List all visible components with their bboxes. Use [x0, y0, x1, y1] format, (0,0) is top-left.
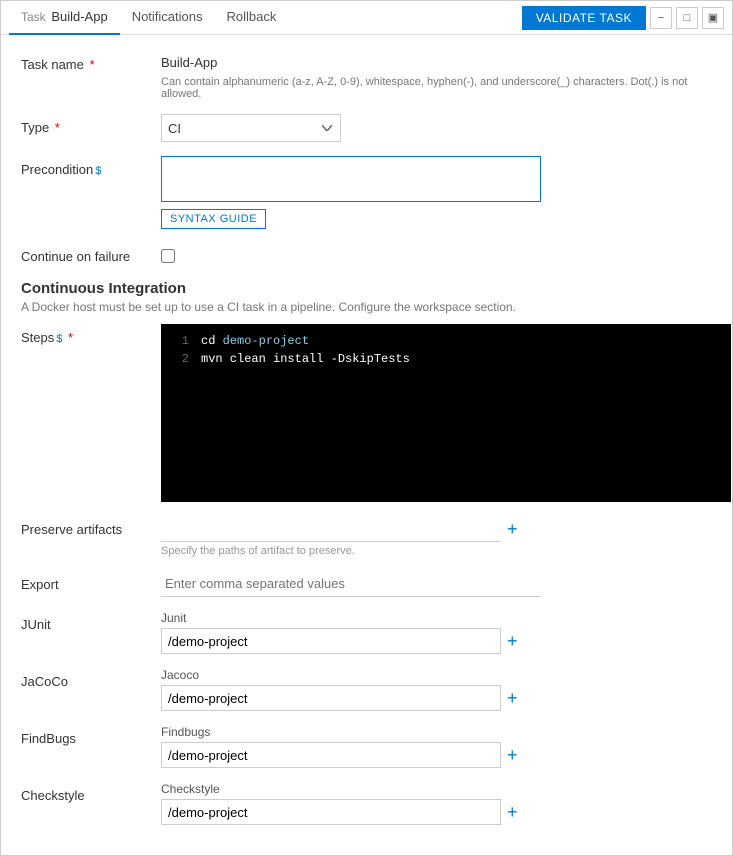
export-field	[161, 571, 712, 597]
tab-task-prefix: Task	[21, 10, 46, 24]
checkstyle-row: Checkstyle Checkstyle +	[21, 782, 712, 825]
checkstyle-input-row: +	[161, 799, 712, 825]
precondition-row: Precondition$ SYNTAX GUIDE	[21, 156, 712, 229]
task-name-row: Task name * Build-App Can contain alphan…	[21, 51, 712, 100]
jacoco-input[interactable]	[161, 685, 501, 711]
close-button[interactable]: ▣	[702, 7, 724, 29]
checkstyle-label: Checkstyle	[21, 782, 161, 803]
syntax-guide-button[interactable]: SYNTAX GUIDE	[161, 209, 266, 229]
task-name-hint: Can contain alphanumeric (a-z, A-Z, 0-9)…	[161, 76, 712, 100]
precondition-textarea[interactable]	[161, 156, 541, 202]
precondition-label: Precondition$	[21, 156, 161, 177]
steps-required: *	[64, 330, 73, 345]
steps-line-1: 1 cd demo-project	[169, 332, 723, 350]
tab-build-app-label: Build-App	[51, 9, 107, 24]
jacoco-label: JaCoCo	[21, 668, 161, 689]
findbugs-input[interactable]	[161, 742, 501, 768]
line-num-1: 1	[169, 332, 189, 350]
ci-section-desc: A Docker host must be set up to use a CI…	[21, 300, 712, 314]
steps-label: Steps$ *	[21, 324, 161, 345]
header-actions: VALIDATE TASK − □ ▣	[522, 6, 724, 30]
junit-field: Junit +	[161, 611, 712, 654]
preserve-artifacts-field: + Specify the paths of artifact to prese…	[161, 516, 712, 557]
preserve-artifacts-row: Preserve artifacts + Specify the paths o…	[21, 516, 712, 557]
type-row: Type * CI CD	[21, 114, 712, 142]
steps-row: Steps$ * 1 cd demo-project 2 mvn clean i…	[21, 324, 712, 502]
continue-on-failure-label: Continue on failure	[21, 243, 161, 264]
export-label: Export	[21, 571, 161, 592]
jacoco-row: JaCoCo Jacoco +	[21, 668, 712, 711]
line-content-2: mvn clean install -DskipTests	[201, 350, 410, 368]
precondition-dollar[interactable]: $	[95, 165, 101, 177]
artifact-input-row: +	[161, 516, 712, 542]
tab-build-app[interactable]: Task Build-App	[9, 1, 120, 35]
preserve-artifacts-add-button[interactable]: +	[505, 520, 520, 538]
steps-editor[interactable]: 1 cd demo-project 2 mvn clean install -D…	[161, 324, 731, 502]
junit-tool-name: Junit	[161, 611, 712, 625]
preserve-artifacts-input[interactable]	[161, 516, 501, 542]
checkstyle-input[interactable]	[161, 799, 501, 825]
type-label: Type *	[21, 114, 161, 135]
tab-notifications[interactable]: Notifications	[120, 1, 215, 35]
validate-task-button[interactable]: VALIDATE TASK	[522, 6, 646, 30]
findbugs-input-row: +	[161, 742, 712, 768]
findbugs-add-button[interactable]: +	[505, 746, 520, 764]
jacoco-input-row: +	[161, 685, 712, 711]
findbugs-tool-name: Findbugs	[161, 725, 712, 739]
task-name-required: *	[86, 57, 95, 72]
findbugs-label: FindBugs	[21, 725, 161, 746]
findbugs-row: FindBugs Findbugs +	[21, 725, 712, 768]
continue-on-failure-field	[161, 243, 712, 266]
preserve-artifacts-label: Preserve artifacts	[21, 516, 161, 537]
task-name-field: Build-App Can contain alphanumeric (a-z,…	[161, 51, 712, 100]
preserve-artifacts-hint: Specify the paths of artifact to preserv…	[161, 545, 712, 557]
line-content-1: cd demo-project	[201, 332, 309, 350]
junit-row: JUnit Junit +	[21, 611, 712, 654]
jacoco-field: Jacoco +	[161, 668, 712, 711]
restore-button[interactable]: □	[676, 7, 698, 29]
ci-section-title: Continuous Integration	[21, 280, 712, 297]
checkstyle-field: Checkstyle +	[161, 782, 712, 825]
steps-field: 1 cd demo-project 2 mvn clean install -D…	[161, 324, 731, 502]
tab-notifications-label: Notifications	[132, 9, 203, 24]
tab-rollback-label: Rollback	[227, 9, 277, 24]
steps-line-2: 2 mvn clean install -DskipTests	[169, 350, 723, 368]
type-required: *	[51, 120, 60, 135]
checkstyle-tool-name: Checkstyle	[161, 782, 712, 796]
task-name-value: Build-App	[161, 51, 712, 74]
type-field: CI CD	[161, 114, 712, 142]
task-name-label: Task name *	[21, 51, 161, 72]
checkstyle-add-button[interactable]: +	[505, 803, 520, 821]
continue-on-failure-row: Continue on failure	[21, 243, 712, 266]
minimize-button[interactable]: −	[650, 7, 672, 29]
header: Task Build-App Notifications Rollback VA…	[1, 1, 732, 35]
jacoco-tool-name: Jacoco	[161, 668, 712, 682]
main-content: Task name * Build-App Can contain alphan…	[1, 35, 732, 855]
export-input[interactable]	[161, 571, 541, 597]
junit-add-button[interactable]: +	[505, 632, 520, 650]
junit-input[interactable]	[161, 628, 501, 654]
jacoco-add-button[interactable]: +	[505, 689, 520, 707]
export-row: Export	[21, 571, 712, 597]
junit-input-row: +	[161, 628, 712, 654]
precondition-field: SYNTAX GUIDE	[161, 156, 712, 229]
continue-on-failure-checkbox[interactable]	[161, 249, 175, 263]
junit-label: JUnit	[21, 611, 161, 632]
findbugs-field: Findbugs +	[161, 725, 712, 768]
tab-rollback[interactable]: Rollback	[215, 1, 289, 35]
ci-section-header: Continuous Integration A Docker host mus…	[21, 280, 712, 314]
type-select[interactable]: CI CD	[161, 114, 341, 142]
steps-dollar[interactable]: $	[56, 333, 62, 345]
line-num-2: 2	[169, 350, 189, 368]
